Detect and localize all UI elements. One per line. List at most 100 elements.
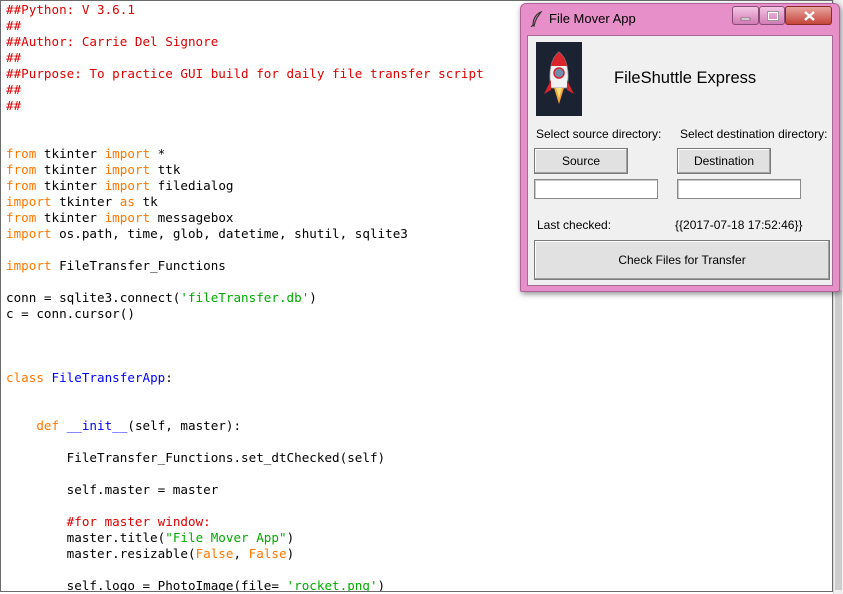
code-line[interactable]: self.logo = PhotoImage(file= 'rocket.png… bbox=[6, 578, 386, 592]
code-token: import bbox=[104, 146, 151, 161]
code-token: tkinter bbox=[36, 178, 105, 193]
scrollbar-thumb[interactable] bbox=[835, 290, 842, 590]
destination-path-input[interactable] bbox=[677, 179, 801, 199]
code-token: from bbox=[6, 162, 37, 177]
code-token: tk bbox=[134, 194, 158, 209]
code-token: ## bbox=[6, 98, 22, 113]
code-token: import bbox=[6, 194, 52, 209]
code-token: tkinter bbox=[36, 146, 105, 161]
code-line[interactable]: class FileTransferApp: bbox=[6, 370, 173, 386]
code-line[interactable]: c = conn.cursor() bbox=[6, 306, 135, 322]
code-token: import bbox=[104, 210, 151, 225]
maximize-button[interactable] bbox=[759, 6, 785, 25]
close-icon bbox=[804, 11, 815, 21]
code-line[interactable]: ## bbox=[6, 82, 21, 98]
source-label: Select source directory: bbox=[536, 127, 662, 141]
code-line[interactable]: #for master window: bbox=[6, 514, 211, 530]
code-line[interactable]: import os.path, time, glob, datetime, sh… bbox=[6, 226, 408, 242]
minimize-button[interactable] bbox=[732, 6, 759, 25]
code-line[interactable]: from tkinter import * bbox=[6, 146, 165, 162]
code-token: import bbox=[104, 178, 151, 193]
destination-label: Select destination directory: bbox=[680, 127, 828, 141]
code-token: ##Python: V 3.6.1 bbox=[6, 2, 135, 17]
code-token: def bbox=[36, 418, 60, 433]
title-bar[interactable]: File Mover App bbox=[521, 4, 839, 34]
app-content: FileShuttle Express Select source direct… bbox=[527, 35, 833, 286]
code-token: ## bbox=[6, 82, 22, 97]
window-title: File Mover App bbox=[549, 11, 636, 26]
code-token: ## bbox=[6, 50, 22, 65]
code-token: master.resizable( bbox=[6, 546, 196, 561]
code-line[interactable]: from tkinter import messagebox bbox=[6, 210, 234, 226]
code-token: ) bbox=[286, 546, 295, 561]
destination-button[interactable]: Destination bbox=[677, 148, 771, 174]
maximize-icon bbox=[767, 11, 779, 21]
code-line[interactable]: ##Python: V 3.6.1 bbox=[6, 2, 135, 18]
close-button[interactable] bbox=[785, 6, 832, 25]
code-token: , bbox=[233, 546, 249, 561]
code-line[interactable]: ## bbox=[6, 18, 21, 34]
code-token: class bbox=[6, 370, 44, 385]
code-token: FileTransfer_Functions.set_dtChecked(sel… bbox=[6, 450, 386, 465]
source-path-input[interactable] bbox=[534, 179, 658, 199]
code-token: c = conn.cursor() bbox=[6, 306, 135, 321]
code-line[interactable]: from tkinter import filedialog bbox=[6, 178, 234, 194]
code-token: ) bbox=[377, 578, 386, 592]
code-token: FileTransfer_Functions bbox=[51, 258, 226, 273]
app-heading: FileShuttle Express bbox=[614, 69, 757, 87]
code-token: False bbox=[248, 546, 287, 561]
rocket-logo bbox=[536, 42, 582, 116]
code-token: conn = sqlite3.connect( bbox=[6, 290, 181, 305]
code-token: from bbox=[6, 178, 37, 193]
code-token: __init__ bbox=[66, 418, 128, 433]
code-token: import bbox=[6, 226, 52, 241]
code-line[interactable]: self.master = master bbox=[6, 482, 219, 498]
code-token: ##Author: Carrie Del Signore bbox=[6, 34, 219, 49]
feather-icon bbox=[530, 11, 543, 27]
code-token: #for master window: bbox=[66, 514, 211, 529]
code-token: self.logo = PhotoImage(file= bbox=[6, 578, 287, 592]
code-token: FileTransferApp bbox=[51, 370, 166, 385]
code-token: messagebox bbox=[150, 210, 234, 225]
code-line[interactable]: conn = sqlite3.connect('fileTransfer.db'… bbox=[6, 290, 317, 306]
code-token: ## bbox=[6, 18, 22, 33]
code-line[interactable]: master.resizable(False, False) bbox=[6, 546, 295, 562]
code-token: * bbox=[150, 146, 166, 161]
code-line[interactable]: FileTransfer_Functions.set_dtChecked(sel… bbox=[6, 450, 385, 466]
code-token: ##Purpose: To practice GUI build for dai… bbox=[6, 66, 484, 81]
code-line[interactable]: def __init__(self, master): bbox=[6, 418, 241, 434]
code-token: : bbox=[165, 370, 173, 385]
code-token: 'fileTransfer.db' bbox=[180, 290, 310, 305]
last-checked-label: Last checked: bbox=[537, 218, 612, 232]
code-token: master.title( bbox=[6, 530, 166, 545]
code-token: filedialog bbox=[150, 178, 234, 193]
code-token: 'rocket.png' bbox=[286, 578, 378, 592]
code-token: self.master = master bbox=[6, 482, 219, 497]
check-files-button[interactable]: Check Files for Transfer bbox=[534, 240, 830, 280]
code-line[interactable]: ## bbox=[6, 98, 21, 114]
code-line[interactable]: from tkinter import ttk bbox=[6, 162, 180, 178]
source-button[interactable]: Source bbox=[534, 148, 628, 174]
code-token: ) bbox=[309, 290, 317, 305]
code-token: tkinter bbox=[36, 210, 105, 225]
code-token: ) bbox=[286, 530, 295, 545]
code-line[interactable]: master.title("File Mover App") bbox=[6, 530, 295, 546]
code-token: ttk bbox=[150, 162, 181, 177]
code-token: import bbox=[104, 162, 151, 177]
code-line[interactable]: import tkinter as tk bbox=[6, 194, 158, 210]
code-token: tkinter bbox=[36, 162, 105, 177]
minimize-icon bbox=[740, 17, 751, 21]
code-line[interactable]: import FileTransfer_Functions bbox=[6, 258, 226, 274]
code-token: False bbox=[195, 546, 234, 561]
code-line[interactable]: ##Author: Carrie Del Signore bbox=[6, 34, 218, 50]
code-token: os.path, time, glob, datetime, shutil, s… bbox=[51, 226, 408, 241]
code-line[interactable]: ##Purpose: To practice GUI build for dai… bbox=[6, 66, 484, 82]
code-line[interactable]: ## bbox=[6, 50, 21, 66]
last-checked-value: {{2017-07-18 17:52:46}} bbox=[675, 218, 803, 232]
code-token: "File Mover App" bbox=[165, 530, 287, 545]
code-token: as bbox=[119, 194, 135, 209]
code-token: import bbox=[6, 258, 52, 273]
